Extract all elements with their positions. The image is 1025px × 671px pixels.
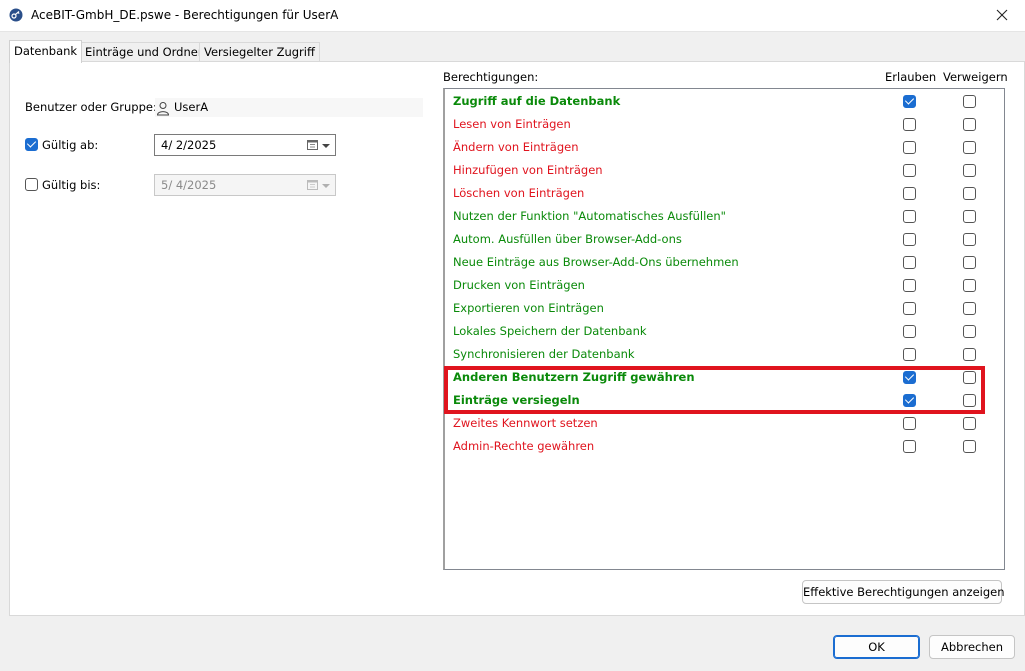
permission-row: Admin-Rechte gewähren bbox=[445, 435, 1004, 458]
permission-row: Neue Einträge aus Browser-Add-Ons überne… bbox=[445, 251, 1004, 274]
permission-label: Ändern von Einträgen bbox=[453, 140, 579, 154]
permission-label: Nutzen der Funktion "Automatisches Ausfü… bbox=[453, 209, 726, 223]
show-effective-permissions-button[interactable]: Effektive Berechtigungen anzeigen bbox=[802, 580, 1005, 604]
valid-to-date: 5/ 4/2025 bbox=[161, 178, 217, 192]
permission-label: Drucken von Einträgen bbox=[453, 278, 585, 292]
deny-checkbox[interactable] bbox=[963, 302, 976, 315]
permission-label: Neue Einträge aus Browser-Add-Ons überne… bbox=[453, 255, 739, 269]
deny-checkbox[interactable] bbox=[963, 256, 976, 269]
deny-checkbox[interactable] bbox=[963, 141, 976, 154]
permission-row: Zweites Kennwort setzen bbox=[445, 412, 1004, 435]
allow-checkbox[interactable] bbox=[903, 141, 916, 154]
permission-row: Synchronisieren der Datenbank bbox=[445, 343, 1004, 366]
permission-row: Lesen von Einträgen bbox=[445, 113, 1004, 136]
allow-column-header: Erlauben bbox=[885, 70, 937, 84]
permission-row: Hinzufügen von Einträgen bbox=[445, 159, 1004, 182]
key-icon bbox=[9, 8, 23, 22]
permission-label: Lesen von Einträgen bbox=[453, 117, 571, 131]
allow-checkbox[interactable] bbox=[903, 164, 916, 177]
permission-label: Lokales Speichern der Datenbank bbox=[453, 324, 647, 338]
permissions-list[interactable]: Zugriff auf die Datenbank Lesen von Eintr… bbox=[443, 88, 1005, 570]
permission-row: Autom. Ausfüllen über Browser-Add-ons bbox=[445, 228, 1004, 251]
allow-checkbox[interactable] bbox=[903, 394, 916, 407]
permission-row: Anderen Benutzern Zugriff gewähren bbox=[445, 366, 1004, 389]
user-name: UserA bbox=[174, 100, 209, 114]
user-or-group-label: Benutzer oder Gruppe: bbox=[25, 100, 157, 114]
title-bar: AceBIT-GmbH_DE.pswe - Berechtigungen für… bbox=[0, 0, 1025, 32]
permission-row: Lokales Speichern der Datenbank bbox=[445, 320, 1004, 343]
valid-to-checkbox[interactable] bbox=[25, 178, 38, 191]
deny-checkbox[interactable] bbox=[963, 417, 976, 430]
chevron-down-icon bbox=[322, 184, 330, 188]
permission-row: Einträge versiegeln bbox=[445, 389, 1004, 412]
allow-checkbox[interactable] bbox=[903, 210, 916, 223]
deny-checkbox[interactable] bbox=[963, 164, 976, 177]
allow-checkbox[interactable] bbox=[903, 279, 916, 292]
deny-checkbox[interactable] bbox=[963, 118, 976, 131]
permission-label: Einträge versiegeln bbox=[453, 393, 580, 407]
deny-checkbox[interactable] bbox=[963, 95, 976, 108]
allow-checkbox[interactable] bbox=[903, 95, 916, 108]
allow-checkbox[interactable] bbox=[903, 302, 916, 315]
deny-column-header: Verweigern bbox=[943, 70, 1008, 84]
tab-versiegelter-zugriff[interactable]: Versiegelter Zugriff bbox=[199, 42, 320, 62]
deny-checkbox[interactable] bbox=[963, 210, 976, 223]
valid-from-checkbox[interactable] bbox=[25, 138, 38, 151]
tab-panel: Benutzer oder Gruppe: UserA Gültig ab: 4… bbox=[9, 61, 1025, 616]
valid-to-label: Gültig bis: bbox=[42, 178, 101, 192]
ok-button[interactable]: OK bbox=[833, 635, 920, 659]
permission-row: Drucken von Einträgen bbox=[445, 274, 1004, 297]
permission-label: Synchronisieren der Datenbank bbox=[453, 347, 635, 361]
window-title: AceBIT-GmbH_DE.pswe - Berechtigungen für… bbox=[31, 8, 339, 22]
valid-from-date: 4/ 2/2025 bbox=[161, 138, 217, 152]
close-button[interactable] bbox=[979, 0, 1025, 31]
permission-label: Zweites Kennwort setzen bbox=[453, 416, 598, 430]
allow-checkbox[interactable] bbox=[903, 187, 916, 200]
deny-checkbox[interactable] bbox=[963, 371, 976, 384]
deny-checkbox[interactable] bbox=[963, 440, 976, 453]
allow-checkbox[interactable] bbox=[903, 348, 916, 361]
deny-checkbox[interactable] bbox=[963, 394, 976, 407]
allow-checkbox[interactable] bbox=[903, 233, 916, 246]
permission-label: Löschen von Einträgen bbox=[453, 186, 585, 200]
permissions-header: Berechtigungen: bbox=[443, 70, 539, 84]
permission-row: Zugriff auf die Datenbank bbox=[445, 90, 1004, 113]
user-field: UserA bbox=[155, 98, 423, 117]
permission-row: Nutzen der Funktion "Automatisches Ausfü… bbox=[445, 205, 1004, 228]
allow-checkbox[interactable] bbox=[903, 118, 916, 131]
valid-to-date-picker[interactable]: 5/ 4/2025 bbox=[154, 174, 336, 196]
valid-from-date-picker[interactable]: 4/ 2/2025 bbox=[154, 134, 336, 156]
permission-label: Admin-Rechte gewähren bbox=[453, 439, 595, 453]
user-icon bbox=[156, 102, 170, 116]
deny-checkbox[interactable] bbox=[963, 348, 976, 361]
permission-label: Zugriff auf die Datenbank bbox=[453, 94, 621, 108]
valid-from-label: Gültig ab: bbox=[42, 138, 99, 152]
permission-label: Hinzufügen von Einträgen bbox=[453, 163, 603, 177]
deny-checkbox[interactable] bbox=[963, 187, 976, 200]
calendar-icon bbox=[307, 140, 318, 150]
deny-checkbox[interactable] bbox=[963, 233, 976, 246]
allow-checkbox[interactable] bbox=[903, 417, 916, 430]
permission-row: Ändern von Einträgen bbox=[445, 136, 1004, 159]
allow-checkbox[interactable] bbox=[903, 256, 916, 269]
tab-datenbank[interactable]: Datenbank bbox=[9, 40, 83, 63]
deny-checkbox[interactable] bbox=[963, 279, 976, 292]
permission-row: Exportieren von Einträgen bbox=[445, 297, 1004, 320]
permission-label: Autom. Ausfüllen über Browser-Add-ons bbox=[453, 232, 682, 246]
permission-label: Exportieren von Einträgen bbox=[453, 301, 604, 315]
deny-checkbox[interactable] bbox=[963, 325, 976, 338]
allow-checkbox[interactable] bbox=[903, 371, 916, 384]
allow-checkbox[interactable] bbox=[903, 325, 916, 338]
allow-checkbox[interactable] bbox=[903, 440, 916, 453]
permission-row: Löschen von Einträgen bbox=[445, 182, 1004, 205]
tab-eintraege-und-ordner[interactable]: Einträge und Ordner bbox=[80, 42, 208, 62]
close-icon bbox=[996, 9, 1008, 21]
cancel-button[interactable]: Abbrechen bbox=[929, 635, 1015, 659]
permission-label: Anderen Benutzern Zugriff gewähren bbox=[453, 370, 695, 384]
chevron-down-icon bbox=[322, 144, 330, 148]
calendar-icon bbox=[307, 180, 318, 190]
